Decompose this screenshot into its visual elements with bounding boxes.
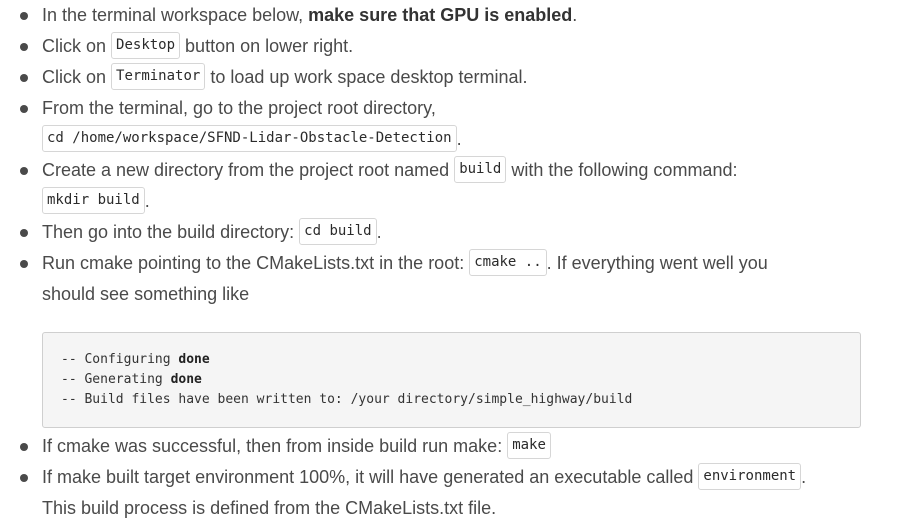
step-cd-build: Then go into the build directory: cd bui…	[42, 217, 382, 248]
step-text: Create a new directory from the project …	[42, 160, 455, 180]
output-text: -- Configuring	[61, 352, 179, 367]
inline-code-desktop: Desktop	[111, 32, 181, 60]
step-text: . If everything went well you	[546, 253, 768, 273]
step-text: This build process is defined from the C…	[42, 498, 497, 518]
inline-code-environment: environment	[698, 463, 802, 491]
step-terminator: Click on Terminator to load up work spac…	[42, 62, 528, 93]
step-cmake-cont: should see something like	[42, 279, 249, 310]
output-line: -- Configuring done	[61, 350, 842, 370]
inline-code-cd-build: cd build	[299, 218, 377, 246]
output-text: -- Generating	[61, 372, 171, 387]
step-root-dir: From the terminal, go to the project roo…	[42, 93, 436, 124]
step-text: Run cmake pointing to the CMakeLists.txt…	[42, 253, 470, 273]
output-line: -- Build files have been written to: /yo…	[61, 390, 842, 410]
step-text: From the terminal, go to the project roo…	[42, 98, 436, 118]
step-text: should see something like	[42, 284, 250, 304]
step-text: to load up work space desktop terminal.	[205, 67, 528, 87]
step-environment-cont: This build process is defined from the C…	[42, 493, 496, 524]
step-gpu: In the terminal workspace below, make su…	[42, 0, 577, 31]
output-line: -- Generating done	[61, 370, 842, 390]
inline-code-build: build	[454, 156, 507, 184]
inline-code-mkdir: mkdir build	[42, 187, 145, 215]
inline-code-terminator: Terminator	[111, 63, 206, 91]
inline-code-cmake: cmake ..	[469, 249, 547, 277]
step-text: .	[144, 191, 150, 211]
step-text: .	[572, 5, 578, 25]
bullet-icon	[20, 474, 28, 482]
step-text: button on lower right.	[180, 36, 354, 56]
inline-code-make: make	[507, 432, 551, 460]
step-mkdir-cmd: mkdir build.	[42, 186, 150, 217]
output-keyword: done	[170, 372, 202, 387]
bullet-icon	[20, 74, 28, 82]
step-root-dir-cmd: cd /home/workspace/SFND-Lidar-Obstacle-D…	[42, 124, 462, 155]
step-text: Click on	[42, 36, 112, 56]
output-text: -- Build files have been written to: /yo…	[61, 392, 633, 407]
step-text: Click on	[42, 67, 112, 87]
bullet-icon	[20, 260, 28, 268]
bullet-icon	[20, 443, 28, 451]
step-make: If cmake was successful, then from insid…	[42, 431, 551, 462]
step-environment: If make built target environment 100%, i…	[42, 462, 806, 493]
output-keyword: done	[178, 352, 210, 367]
bullet-icon	[20, 167, 28, 175]
step-text: Then go into the build directory:	[42, 222, 300, 242]
step-emphasis: make sure that GPU is enabled	[308, 5, 573, 25]
step-mkdir: Create a new directory from the project …	[42, 155, 737, 186]
step-text: If make built target environment 100%, i…	[42, 467, 699, 487]
bullet-icon	[20, 105, 28, 113]
inline-code-cd-root: cd /home/workspace/SFND-Lidar-Obstacle-D…	[42, 125, 457, 153]
instructions-page: In the terminal workspace below, make su…	[0, 0, 901, 532]
bullet-icon	[20, 12, 28, 20]
step-text: with the following command:	[506, 160, 738, 180]
bullet-icon	[20, 229, 28, 237]
step-desktop: Click on Desktop button on lower right.	[42, 31, 353, 62]
step-text: .	[801, 467, 807, 487]
cmake-output-block: -- Configuring done -- Generating done -…	[42, 332, 861, 428]
step-text: If cmake was successful, then from insid…	[42, 436, 508, 456]
step-text: .	[456, 129, 462, 149]
step-text: .	[376, 222, 382, 242]
step-text: In the terminal workspace below,	[42, 5, 309, 25]
step-cmake: Run cmake pointing to the CMakeLists.txt…	[42, 248, 768, 279]
bullet-icon	[20, 43, 28, 51]
